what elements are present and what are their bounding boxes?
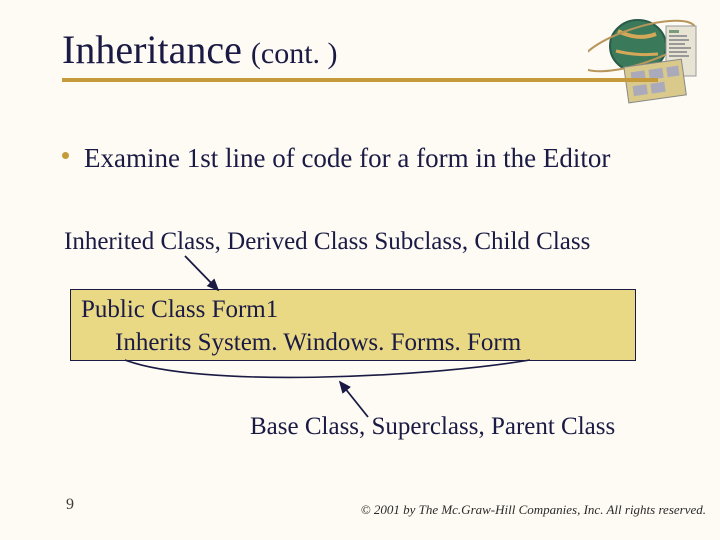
code-line-1: Public Class Form1 [81, 294, 625, 327]
slide-title: Inheritance (cont. ) [62, 26, 338, 73]
logo-image [588, 6, 708, 106]
title-cont: (cont. ) [251, 37, 338, 70]
bullet-item: Examine 1st line of code for a form in t… [84, 142, 660, 176]
title-main: Inheritance [62, 27, 242, 72]
page-number: 9 [66, 496, 74, 514]
slide: Inheritance (cont. ) Examine 1st line of… [0, 0, 720, 540]
code-line-2: Inherits System. Windows. Forms. Form [81, 327, 625, 360]
title-underline [62, 78, 658, 82]
bullet-dot-icon [62, 152, 69, 159]
bullet-text: Examine 1st line of code for a form in t… [84, 143, 610, 173]
underline-bracket [125, 360, 530, 377]
code-box: Public Class Form1 Inherits System. Wind… [70, 289, 636, 361]
label-base-class: Base Class, Superclass, Parent Class [250, 413, 615, 441]
arrow-bottom-to-code [340, 382, 368, 417]
copyright-text: © 2001 by The Mc.Graw-Hill Companies, In… [361, 502, 706, 518]
arrow-top-to-code [185, 256, 218, 290]
label-inherited-class: Inherited Class, Derived Class Subclass,… [64, 228, 590, 256]
